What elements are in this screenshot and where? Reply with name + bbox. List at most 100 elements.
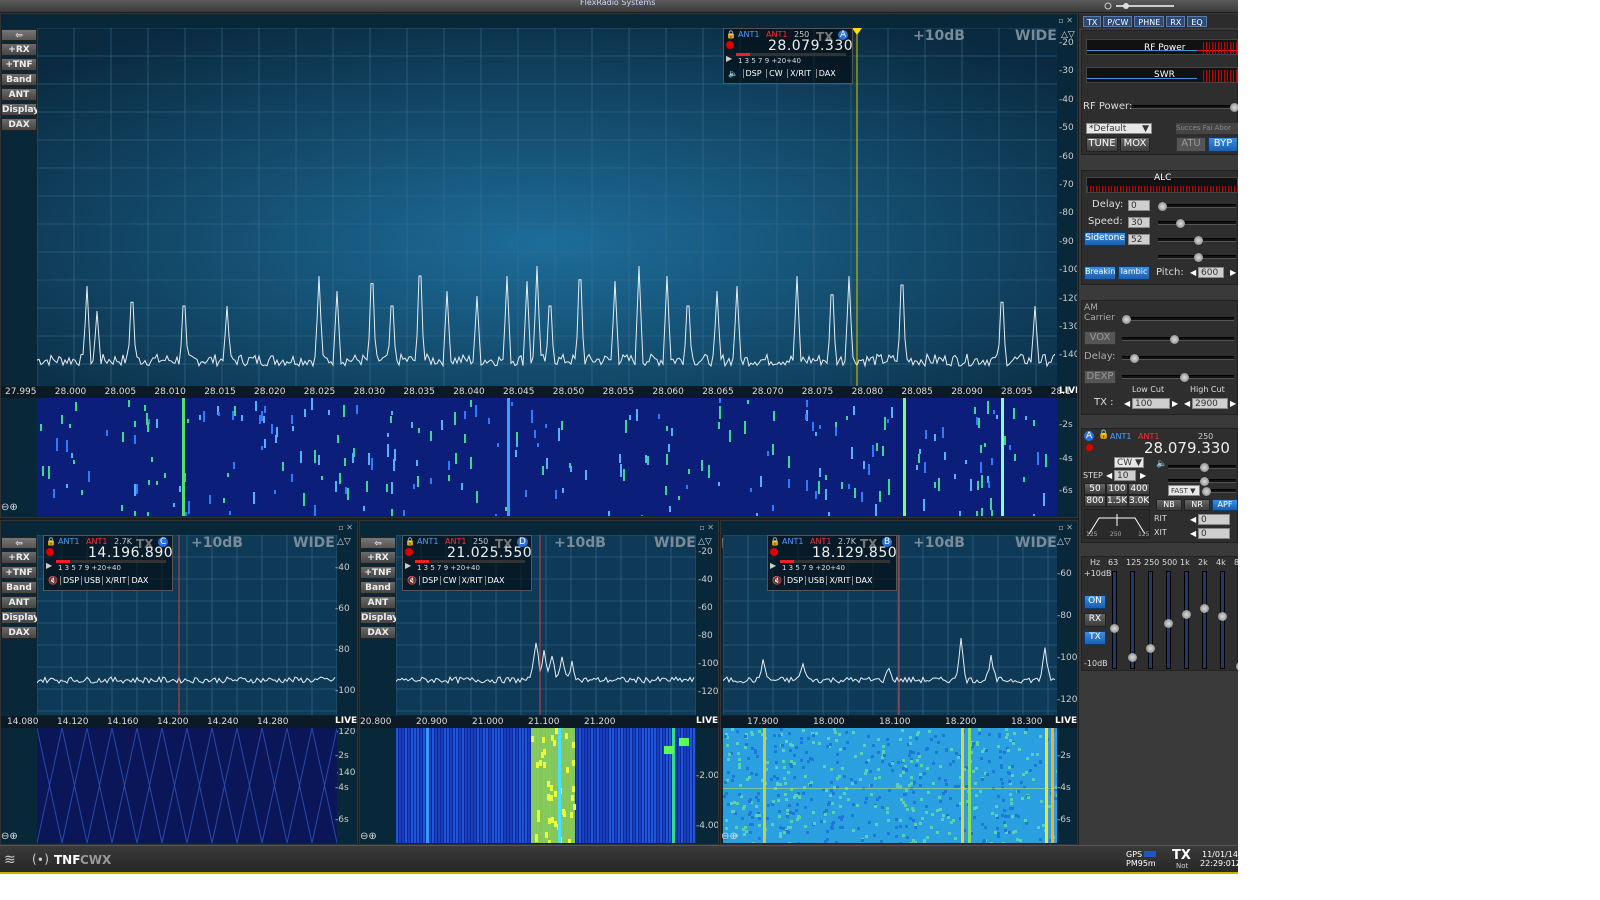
dax-button[interactable]: DAX [1,626,37,639]
ant-button[interactable]: ANT [1,88,37,101]
tune-button[interactable]: TUNE [1086,137,1118,152]
panadapter-21mhz[interactable]: ▫ ✕ ⇦ +RX +TNF Band ANT Display DAX +10d… [359,520,719,845]
slice-button[interactable]: CW [440,576,459,585]
high-cut-down[interactable]: ◀ [1184,399,1190,408]
iambic-button[interactable]: Iambic [1118,266,1150,280]
rf-power-slider[interactable] [1132,103,1238,112]
slice-flag-a[interactable]: 🔒 ANT1 ANT1 250 TX A 28.079.330 1 3 5 7 … [723,28,853,84]
slice-frequency[interactable]: 28.079.330 [1144,439,1230,457]
slice-lock-icon[interactable]: 🔒 [405,537,415,546]
slice-rx-antenna[interactable]: ANT1 [1110,432,1131,441]
slice-button[interactable]: DAX [128,576,150,585]
filter-preset-button[interactable]: 800 [1084,495,1106,507]
eq-band-slider[interactable] [1110,571,1119,669]
dexp-slider[interactable] [1122,373,1234,382]
eq-band-slider[interactable] [1218,571,1227,669]
waterfall-display[interactable] [396,728,696,843]
filter-preset-button[interactable]: 3.0K [1128,495,1150,507]
speaker-muted-icon[interactable]: 🔇 [405,576,419,585]
slice-button[interactable]: DSP [783,576,805,585]
zoom-icons[interactable]: ⊖⊕ [1,502,18,513]
rit-value[interactable]: 0 [1198,514,1230,525]
cw-speed-slider[interactable] [1158,219,1236,228]
waterfall-display[interactable] [37,728,337,843]
eq-on-button[interactable]: ON [1084,595,1106,609]
tab-eq[interactable]: EQ [1187,16,1207,27]
slice-frequency[interactable]: 14.196.890 [88,545,173,561]
tnf-toggle[interactable]: TNF [54,853,80,867]
slice-button[interactable]: DAX [484,576,507,585]
low-cut-down[interactable]: ◀ [1124,399,1130,408]
eq-rx-button[interactable]: RX [1084,613,1106,627]
rx-add-button[interactable]: +RX [1,43,37,56]
slice-frequency[interactable]: 21.025.550 [447,545,532,561]
frequency-axis[interactable]: 20.800 20.900 21.000 21.100 21.200 [360,716,718,728]
xit-value[interactable]: 0 [1198,528,1230,539]
record-icon[interactable] [726,41,734,49]
frequency-axis[interactable]: 27.995 28.000 28.005 28.010 28.015 28.020 28.0… [1,386,1077,398]
play-icon[interactable]: ▶ [46,561,52,570]
tnf-add-button[interactable]: +TNF [1,566,37,579]
slice-lock-icon[interactable]: 🔒 [770,537,780,546]
zoom-icons[interactable]: ⊖⊕ [360,831,377,842]
dax-button[interactable]: DAX [360,626,396,639]
rf-gain-label[interactable]: +10dB [913,28,965,44]
rx-add-button[interactable]: +RX [360,551,396,564]
slice-lock-icon[interactable]: 🔒 [1098,430,1109,440]
wide-label[interactable]: WIDE [1015,28,1057,44]
slice-volume-slider[interactable] [1168,463,1236,472]
pan-window-controls[interactable]: ▫ ✕ [1058,523,1073,532]
rf-gain-label[interactable]: +10dB [191,535,243,551]
eq-band-slider[interactable] [1128,571,1137,669]
atu-button[interactable]: ATU [1176,137,1206,152]
eq-band-slider[interactable] [1164,571,1173,669]
high-cut-up[interactable]: ▶ [1230,399,1236,408]
low-cut-up[interactable]: ▶ [1172,399,1178,408]
high-cut-value[interactable]: 2900 [1192,398,1228,409]
sidetone-pan-slider[interactable] [1158,253,1236,262]
filter-preset-button[interactable]: 100 [1106,483,1128,495]
remote-audio-icon[interactable]: (∙) [32,852,49,866]
filter-preset-button[interactable]: 400 [1128,483,1150,495]
record-icon[interactable] [770,548,778,556]
cwx-toggle[interactable]: CWX [80,853,111,867]
pan-scroll-arrows[interactable]: △▽ [1057,537,1071,547]
tab-rx[interactable]: RX [1166,16,1186,27]
xit-label[interactable]: XIT [1154,528,1167,537]
tab-phone[interactable]: PHNE [1134,16,1165,27]
zoom-icons[interactable]: ⊖⊕ [721,831,738,842]
panadapter-14mhz[interactable]: ▫ ✕ ⇦ +RX +TNF Band ANT Display DAX +10d… [0,520,358,845]
eq-band-slider[interactable] [1146,571,1155,669]
slice-flag[interactable]: 🔒 ANT1 ANT1 2.7K TX C 14.196.890 1 3 5 7 9 +20+… [43,535,173,591]
rit-label[interactable]: RIT [1154,514,1167,523]
sidetone-button[interactable]: Sidetone [1084,232,1126,246]
eq-band-slider[interactable] [1200,571,1209,669]
slice-pan-slider[interactable] [1168,477,1236,486]
slice-button[interactable]: DAX [852,576,874,585]
nb-button[interactable]: NB [1156,499,1182,511]
speaker-muted-icon[interactable]: 🔇 [770,576,784,585]
play-icon[interactable]: ▶ [405,561,411,570]
filter-preset-button[interactable]: 50 [1084,483,1106,495]
rit-down[interactable]: ◀ [1190,515,1196,524]
agc-threshold-slider[interactable] [1202,487,1236,496]
collapse-arrow-button[interactable]: ⇦ [1,537,37,549]
pan-window-controls[interactable]: ▫ ✕ [338,523,353,532]
pan-window-controls[interactable]: ▫ ✕ [1058,16,1073,25]
ant-button[interactable]: ANT [360,596,396,609]
panadapter-18mhz[interactable]: ▫ ✕ ⇨ +10dB WIDE △▽ -60-80-100-120 🔒ANT1… [720,520,1078,845]
speaker-icon[interactable]: 🔈 [1156,459,1167,469]
sidetone-slider[interactable] [1158,236,1236,245]
wide-label[interactable]: WIDE [293,535,335,551]
ant-button[interactable]: ANT [1,596,37,609]
slice-frequency[interactable]: 18.129.850 [812,545,897,561]
tab-pcw[interactable]: P/CW [1103,16,1133,27]
pitch-up-arrow[interactable]: ▶ [1230,268,1236,277]
record-icon[interactable] [46,548,54,556]
slice-rx-antenna[interactable]: ANT1 [738,30,759,39]
record-icon[interactable] [1086,444,1093,451]
rx-add-button[interactable]: +RX [1,551,37,564]
waterfall-display[interactable] [37,398,1057,516]
step-up[interactable]: ▶ [1140,471,1146,480]
slice-button[interactable]: X/RIT [458,576,485,585]
